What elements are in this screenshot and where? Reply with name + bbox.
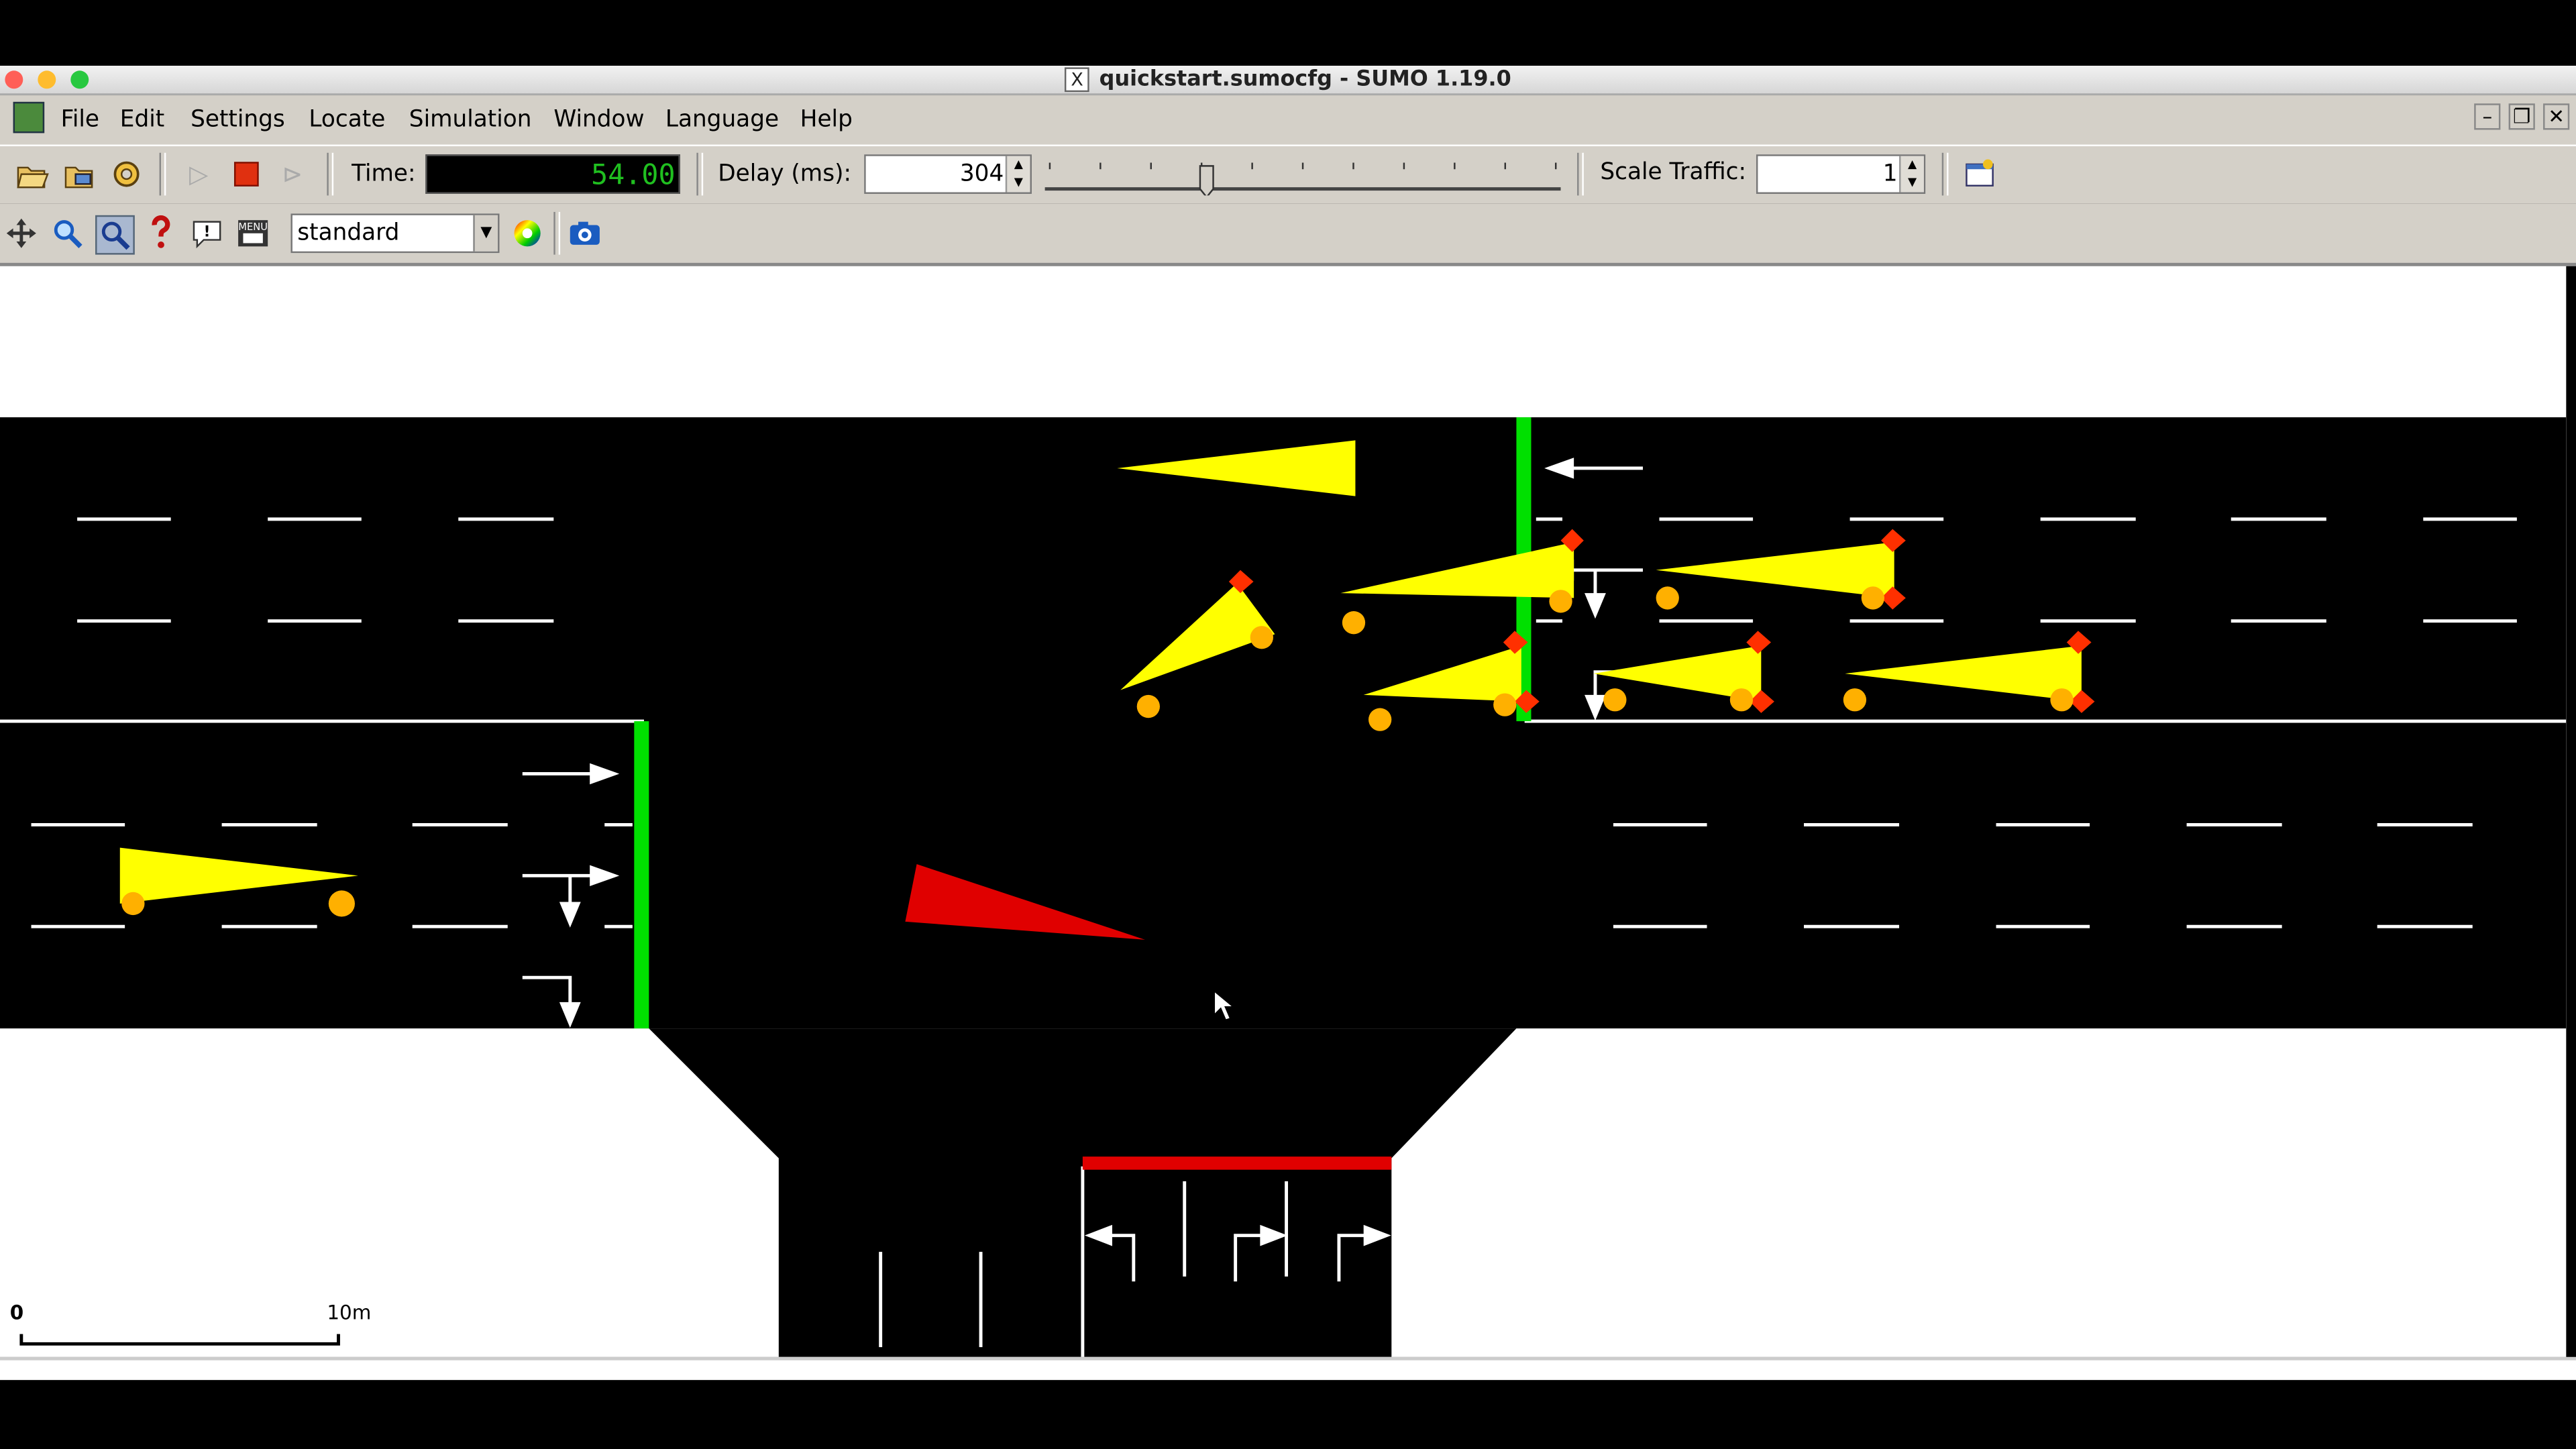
spinner-arrows-icon[interactable]: ▲ ▼ — [1899, 156, 1924, 193]
toolbar-separator — [327, 152, 334, 196]
delay-value: 304 — [959, 161, 1004, 188]
time-label: Time: — [352, 161, 416, 188]
title-bar[interactable]: Xquickstart.sumocfg - SUMO 1.19.0 — [0, 65, 2576, 96]
zoom-icon[interactable] — [49, 215, 85, 252]
menu-edit[interactable]: Edit — [120, 107, 164, 133]
simulation-toolbar: ▷ ⊳ Time: 54.00 Delay (ms): 304 ▲ ▼ Scale… — [0, 144, 2576, 204]
toolbar-separator — [553, 211, 561, 255]
delay-slider[interactable] — [1044, 160, 1561, 199]
toolbar-separator — [696, 152, 704, 196]
slider-handle[interactable] — [1199, 165, 1214, 199]
mdi-close-icon[interactable]: ✕ — [2543, 103, 2570, 130]
svg-text:!: ! — [204, 224, 211, 241]
window-title-text: quickstart.sumocfg - SUMO 1.19.0 — [1099, 67, 1511, 93]
scale-bar-end: 10m — [327, 1301, 372, 1324]
svg-text:MENU: MENU — [238, 221, 268, 233]
recenter-view-icon[interactable] — [3, 215, 40, 252]
delay-spinner[interactable]: 304 ▲ ▼ — [864, 154, 1032, 194]
run-icon[interactable]: ▷ — [180, 156, 217, 193]
scale-bar — [19, 1334, 340, 1346]
traffic-light-south-red — [1082, 1157, 1392, 1170]
mdi-minimize-icon[interactable]: – — [2474, 103, 2501, 130]
toolbar-separator — [1941, 152, 1949, 196]
scale-bar-start: 0 — [9, 1301, 24, 1324]
scale-traffic-value: 1 — [1882, 161, 1898, 188]
scale-traffic-spinner[interactable]: 1 ▲ ▼ — [1756, 154, 1926, 194]
open-network-icon[interactable] — [61, 156, 97, 193]
x11-app-icon: X — [1065, 67, 1089, 93]
toolbar-separator — [159, 152, 166, 196]
open-config-icon[interactable] — [13, 156, 50, 193]
reload-icon[interactable] — [109, 156, 145, 193]
visualization-scheme-select[interactable]: standard ▼ — [290, 213, 500, 254]
menu-language[interactable]: Language — [665, 107, 779, 133]
sumo-app-icon[interactable] — [13, 101, 45, 133]
status-strip — [0, 1356, 2576, 1381]
road-network — [0, 417, 2567, 1357]
menu-simulation[interactable]: Simulation — [409, 107, 532, 133]
menu-bar: File Edit Settings Locate Simulation Win… — [0, 95, 2576, 145]
chevron-down-icon[interactable]: ▼ — [473, 215, 498, 252]
scale-traffic-label: Scale Traffic: — [1600, 159, 1747, 186]
traffic-light-west-green — [634, 721, 649, 1029]
sumo-gui-window: Xquickstart.sumocfg - SUMO 1.19.0 File E… — [0, 0, 2576, 1449]
menu-settings[interactable]: Settings — [191, 107, 285, 133]
scheme-value: standard — [297, 220, 400, 247]
color-wheel-icon[interactable] — [509, 215, 545, 252]
screenshot-camera-icon[interactable] — [567, 215, 603, 252]
new-view-icon[interactable] — [1962, 156, 1998, 193]
network-canvas[interactable] — [0, 266, 2567, 1357]
view-toolbar: ! MENU standard ▼ — [0, 203, 2576, 266]
mdi-restore-icon[interactable]: ❐ — [2508, 103, 2535, 130]
tooltip-icon[interactable]: ! — [189, 215, 225, 252]
menu-file[interactable]: File — [61, 107, 99, 133]
window-title: Xquickstart.sumocfg - SUMO 1.19.0 — [0, 67, 2576, 93]
menu-tooltip-icon[interactable]: MENU — [235, 215, 271, 252]
time-display: 54.00 — [425, 154, 680, 194]
inspect-icon[interactable] — [143, 215, 179, 252]
stop-icon[interactable] — [228, 156, 264, 193]
step-icon[interactable]: ⊳ — [274, 156, 311, 193]
menu-window[interactable]: Window — [553, 107, 644, 133]
simulation-view[interactable]: 0 10m — [0, 266, 2567, 1357]
menu-help[interactable]: Help — [800, 107, 853, 133]
menu-locate[interactable]: Locate — [309, 107, 385, 133]
toolbar-separator — [1577, 152, 1584, 196]
locate-vehicle-icon[interactable] — [95, 215, 135, 255]
delay-label: Delay (ms): — [718, 161, 852, 188]
spinner-arrows-icon[interactable]: ▲ ▼ — [1005, 156, 1030, 193]
